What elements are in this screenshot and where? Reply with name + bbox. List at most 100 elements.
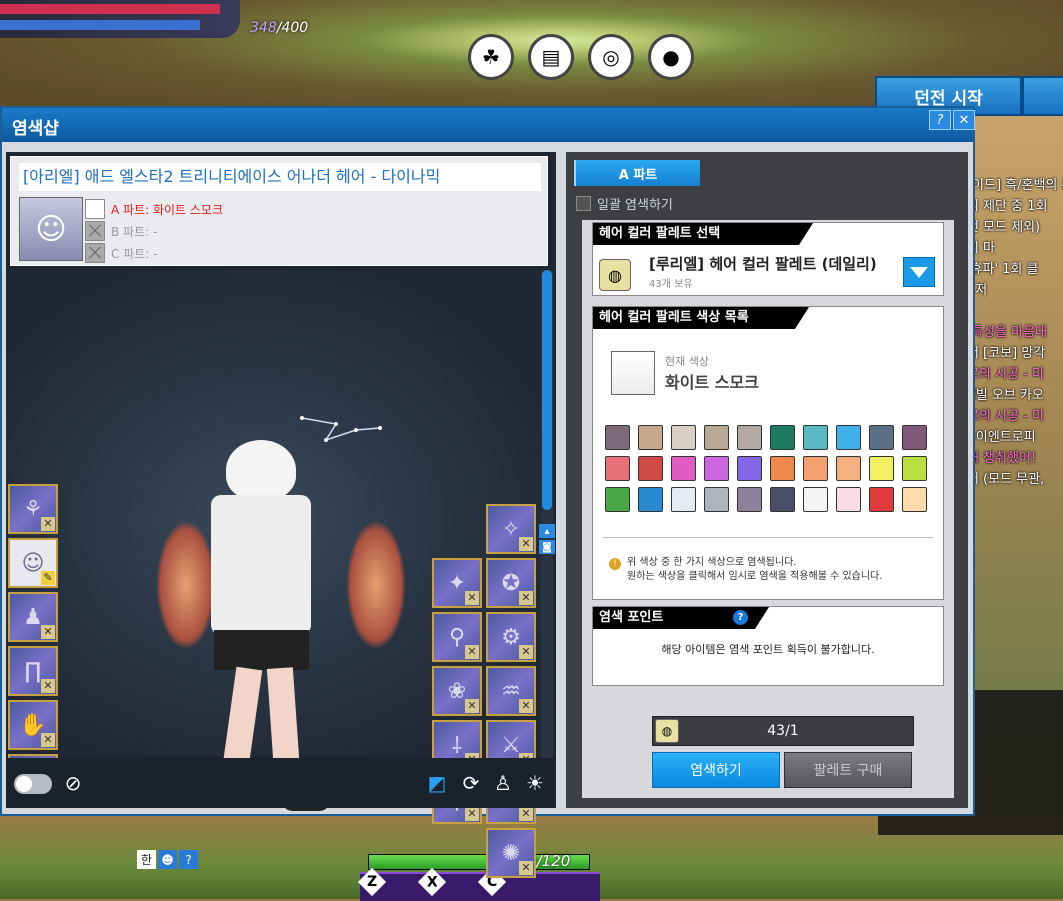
accessory-slot-3[interactable]: ❀ ✕	[432, 666, 482, 716]
scroll-side-icons: ▴ ◙	[539, 524, 555, 554]
color-swatch[interactable]	[671, 487, 696, 512]
color-swatch[interactable]	[638, 487, 663, 512]
accessory-slot-1[interactable]: ✦ ✕	[432, 558, 482, 608]
hide-effect-icon[interactable]: ⊘	[60, 770, 86, 796]
character-portrait: ☺	[19, 197, 83, 261]
top-menu-icons: ☘ ▤ ◎ ●	[468, 34, 694, 80]
hp-fill	[0, 4, 220, 14]
mp-fill	[0, 20, 200, 30]
window-titlebar[interactable]: 염색샵 ? ✕	[2, 108, 975, 142]
color-swatch[interactable]	[836, 425, 861, 450]
color-swatch[interactable]	[803, 425, 828, 450]
color-swatch[interactable]	[869, 487, 894, 512]
preview-scrollbar[interactable]	[541, 270, 553, 760]
color-swatch[interactable]	[737, 456, 762, 481]
info-icon: !	[609, 558, 621, 570]
color-swatch[interactable]	[605, 487, 630, 512]
buy-palette-button[interactable]: 팔레트 구매	[784, 752, 912, 788]
color-swatch[interactable]	[638, 456, 663, 481]
food-icon[interactable]: ●	[648, 34, 694, 80]
dungeon-extra-button[interactable]	[1022, 76, 1063, 116]
pet-icon[interactable]: ☘	[468, 34, 514, 80]
color-swatch[interactable]	[869, 425, 894, 450]
equip-slot-pants[interactable]: ∏ ✕	[8, 646, 58, 696]
character-preview[interactable]: ⚘✕ ☺✎ ♟✕ ∏✕ ✋✕ ◣✕ ✦✕ ⚲✕ ❀✕ ⸸✕ ǀ✕ ✧✕ ✪✕ ⚙…	[6, 270, 554, 878]
scrollbar-thumb[interactable]	[542, 270, 552, 510]
color-swatch[interactable]	[770, 425, 795, 450]
rotate-icon[interactable]: ⟳	[458, 770, 484, 796]
background-toggle-icon[interactable]: ◩	[424, 770, 450, 796]
korean-input-icon[interactable]: 한	[137, 850, 156, 869]
player-status-bar	[0, 0, 240, 38]
accessory-slot-7[interactable]: ✪ ✕	[486, 558, 536, 608]
color-swatch[interactable]	[605, 425, 630, 450]
tab-part-a[interactable]: A 파트	[574, 160, 700, 186]
dye-options-panel: A 파트 일괄 염색하기 헤어 컬러 팔레트 선택 ◍ [루리엘] 헤어 컬러 …	[566, 152, 968, 808]
accessory-slot-12[interactable]: ✺ ✕	[486, 828, 536, 878]
palette-dropdown-button[interactable]	[903, 257, 935, 287]
skill-key-z[interactable]: Z	[357, 867, 387, 897]
color-swatch[interactable]	[605, 456, 630, 481]
color-swatch[interactable]	[704, 487, 729, 512]
part-c-label: C 파트: -	[111, 246, 158, 261]
color-swatch[interactable]	[869, 456, 894, 481]
current-color-name: 화이트 스모크	[665, 373, 759, 392]
accessory-slot-9[interactable]: ♒ ✕	[486, 666, 536, 716]
palette-name: [루리엘] 헤어 컬러 팔레트 (데일리)	[649, 255, 877, 273]
color-swatch[interactable]	[770, 487, 795, 512]
camera-icon[interactable]: ◙	[539, 540, 555, 554]
accessory-slot-8[interactable]: ⚙ ✕	[486, 612, 536, 662]
equip-slot-gloves[interactable]: ✋ ✕	[8, 700, 58, 750]
equip-slot-top[interactable]: ⚘ ✕	[8, 484, 58, 534]
window-close-button[interactable]: ✕	[953, 110, 975, 130]
character-head	[226, 440, 296, 500]
color-swatch[interactable]	[737, 487, 762, 512]
card-icon[interactable]: ▤	[528, 34, 574, 80]
accessory-slot-2[interactable]: ⚲ ✕	[432, 612, 482, 662]
skill-key-x[interactable]: X	[417, 867, 447, 897]
preview-toolbar: ⊘ ◩ ⟳ ♙ ☀	[6, 758, 554, 808]
chevron-up-icon[interactable]: ▴	[539, 524, 555, 538]
color-swatch[interactable]	[737, 425, 762, 450]
accessory-slot-6[interactable]: ✧ ✕	[486, 504, 536, 554]
color-swatch[interactable]	[836, 456, 861, 481]
color-swatch[interactable]	[902, 425, 927, 450]
bulk-dye-option[interactable]: 일괄 염색하기	[576, 194, 673, 213]
ring-icon[interactable]: ◎	[588, 34, 634, 80]
color-swatch[interactable]	[704, 425, 729, 450]
equip-slot-hair[interactable]: ☺ ✎	[8, 538, 58, 588]
window-help-button[interactable]: ?	[929, 110, 951, 130]
part-c-row: C 파트: -	[85, 243, 157, 263]
skill-keys: Z X C	[357, 867, 507, 897]
color-swatch[interactable]	[902, 456, 927, 481]
visibility-toggle[interactable]	[14, 774, 52, 794]
character-skirt	[214, 630, 309, 670]
color-swatch[interactable]	[671, 425, 696, 450]
part-a-row[interactable]: A 파트: 화이트 스모크	[85, 199, 223, 219]
palette-cost-value: 43/1	[767, 723, 799, 739]
color-swatch[interactable]	[704, 456, 729, 481]
part-b-checkbox	[85, 221, 105, 241]
equip-slot-bottom[interactable]: ♟ ✕	[8, 592, 58, 642]
dye-point-card: 염색 포인트 ? 해당 아이템은 염색 포인트 획득이 불가합니다.	[592, 606, 944, 686]
color-swatch[interactable]	[803, 487, 828, 512]
question-icon[interactable]: ?	[733, 610, 748, 625]
dye-button[interactable]: 염색하기	[652, 752, 780, 788]
color-swatch[interactable]	[671, 456, 696, 481]
color-swatch[interactable]	[803, 456, 828, 481]
color-swatch[interactable]	[638, 425, 663, 450]
part-b-row: B 파트: -	[85, 221, 157, 241]
lighting-icon[interactable]: ☀	[522, 770, 548, 796]
bulk-dye-checkbox[interactable]	[576, 196, 591, 211]
character-body	[211, 495, 311, 635]
part-a-checkbox[interactable]	[85, 199, 105, 219]
pose-icon[interactable]: ♙	[490, 770, 516, 796]
current-color-swatch	[611, 351, 655, 395]
window-title: 염색샵	[12, 119, 59, 139]
color-swatch[interactable]	[902, 487, 927, 512]
dye-shop-window: 염색샵 ? ✕ [아리엘] 애드 엘스타2 트리니티에이스 어나더 헤어 - 다…	[0, 106, 975, 878]
color-swatch[interactable]	[836, 487, 861, 512]
palette-color-list: 헤어 컬러 팔레트 색상 목록 현재 색상 화이트 스모크 ! 위 색상 중 한…	[592, 306, 944, 600]
mp-readout: 348/400	[250, 20, 309, 36]
color-swatch[interactable]	[770, 456, 795, 481]
